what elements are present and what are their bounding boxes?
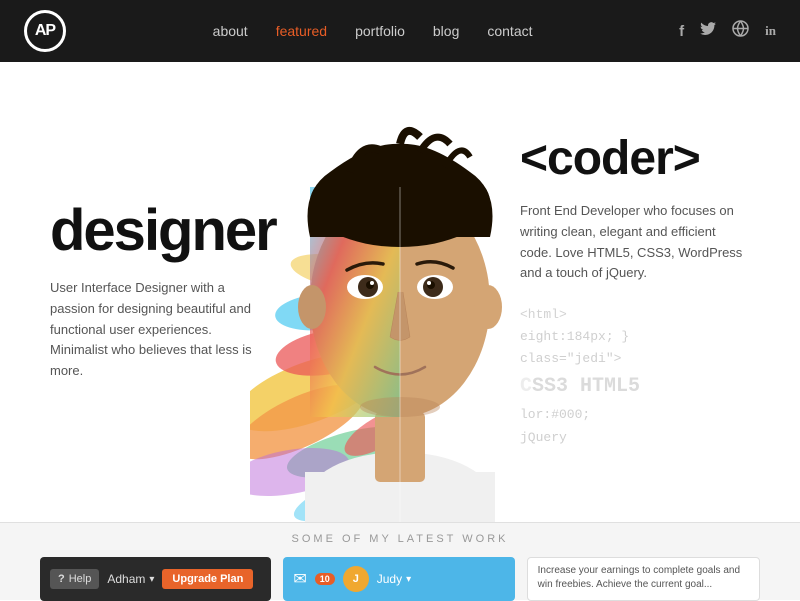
- work-cards: ? Help Adham ▾ Upgrade Plan ✉ 10 J Judy …: [0, 557, 800, 601]
- social-icons: f in: [679, 20, 776, 42]
- user-name[interactable]: Adham ▾: [107, 572, 154, 586]
- logo[interactable]: AP: [24, 10, 66, 52]
- user-avatar: J: [343, 566, 369, 592]
- nav-about[interactable]: about: [213, 23, 248, 39]
- judy-user[interactable]: Judy ▾: [377, 572, 411, 586]
- nav-contact[interactable]: contact: [487, 23, 532, 39]
- judy-label: Judy: [377, 572, 402, 586]
- linkedin-icon[interactable]: in: [765, 23, 776, 39]
- nav-blog[interactable]: blog: [433, 23, 459, 39]
- upgrade-button[interactable]: Upgrade Plan: [162, 569, 253, 589]
- user-label: Adham: [107, 572, 145, 586]
- designer-heading: designer: [50, 202, 270, 260]
- work-card-2: ✉ 10 J Judy ▾: [283, 557, 514, 601]
- main-nav: about featured portfolio blog contact: [213, 23, 533, 39]
- hero-right: <coder> Front End Developer who focuses …: [520, 135, 750, 449]
- dribbble-icon[interactable]: [732, 20, 749, 42]
- designer-description: User Interface Designer with a passion f…: [50, 278, 270, 382]
- help-label: Help: [69, 573, 92, 585]
- hero-center-image: [240, 62, 560, 522]
- code-snippet: <html> eight:184px; } class="jedi"> CSS3…: [520, 304, 750, 448]
- section-label: SOME OF MY LATEST WORK: [292, 533, 509, 545]
- card-light-description: Increase your earnings to complete goals…: [538, 564, 749, 592]
- mail-icon: ✉: [293, 569, 306, 589]
- notification-badge: 10: [315, 573, 335, 585]
- coder-description: Front End Developer who focuses on writi…: [520, 201, 750, 284]
- nav-portfolio[interactable]: portfolio: [355, 23, 405, 39]
- coder-heading: <coder>: [520, 135, 750, 183]
- facebook-icon[interactable]: f: [679, 23, 684, 40]
- header: AP about featured portfolio blog contact…: [0, 0, 800, 62]
- nav-featured[interactable]: featured: [276, 23, 327, 39]
- hero-left: designer User Interface Designer with a …: [50, 202, 270, 382]
- twitter-icon[interactable]: [700, 22, 716, 41]
- hero-section: designer User Interface Designer with a …: [0, 62, 800, 522]
- work-card-3: Increase your earnings to complete goals…: [527, 557, 760, 601]
- bottom-section: SOME OF MY LATEST WORK ? Help Adham ▾ Up…: [0, 522, 800, 600]
- judy-dropdown: ▾: [406, 574, 411, 585]
- dropdown-arrow: ▾: [149, 574, 154, 585]
- help-button[interactable]: ? Help: [50, 569, 99, 589]
- work-card-1: ? Help Adham ▾ Upgrade Plan: [40, 557, 271, 601]
- question-icon: ?: [58, 573, 65, 585]
